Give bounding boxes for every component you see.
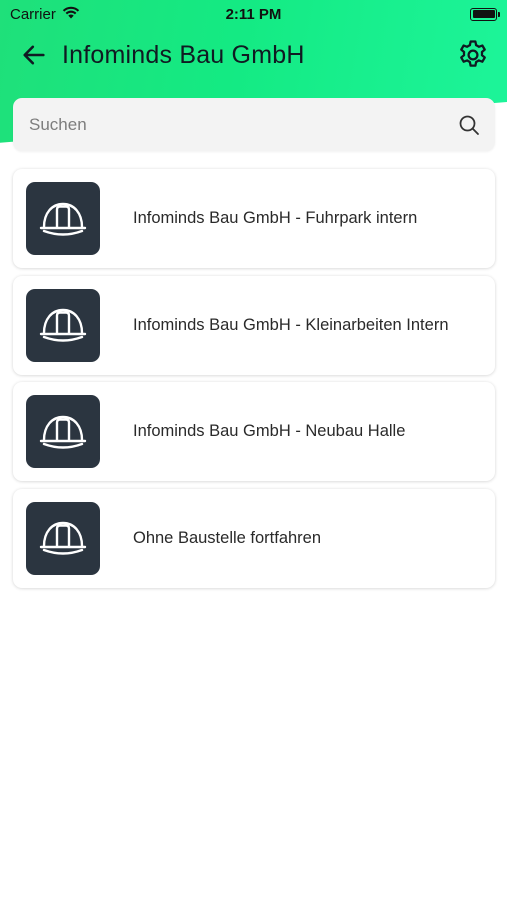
hard-hat-icon bbox=[26, 288, 100, 362]
wifi-icon bbox=[62, 6, 80, 23]
hard-hat-icon bbox=[26, 395, 100, 468]
carrier-label: Carrier bbox=[10, 5, 56, 23]
list-item-label: Infominds Bau GmbH - Neubau Halle bbox=[133, 422, 406, 440]
search-icon[interactable] bbox=[455, 111, 483, 139]
hard-hat-icon bbox=[26, 182, 100, 255]
list-item-label: Infominds Bau GmbH - Kleinarbeiten Inter… bbox=[133, 315, 449, 334]
status-bar: Carrier 2:11 PM bbox=[0, 0, 507, 28]
list-item[interactable]: Infominds Bau GmbH - Fuhrpark intern bbox=[13, 169, 495, 268]
list-item[interactable]: Infominds Bau GmbH - Kleinarbeiten Inter… bbox=[13, 275, 495, 375]
construction-site-list: Infominds Bau GmbH - Fuhrpark intern Inf… bbox=[13, 169, 495, 595]
battery-icon bbox=[470, 7, 500, 21]
list-item[interactable]: Infominds Bau GmbH - Neubau Halle bbox=[13, 382, 495, 481]
search-bar bbox=[13, 98, 495, 151]
settings-button[interactable] bbox=[451, 33, 495, 77]
list-item[interactable]: Ohne Baustelle fortfahren bbox=[13, 488, 495, 588]
page-title: Infominds Bau GmbH bbox=[62, 40, 305, 69]
back-button[interactable] bbox=[12, 33, 56, 77]
gear-icon bbox=[460, 40, 486, 67]
status-left: Carrier bbox=[10, 6, 80, 23]
hard-hat-icon bbox=[26, 501, 100, 575]
app-bar: Infominds Bau GmbH bbox=[0, 30, 507, 80]
list-item-label: Ohne Baustelle fortfahren bbox=[133, 528, 322, 547]
list-item-label: Infominds Bau GmbH - Fuhrpark intern bbox=[133, 209, 418, 227]
arrow-left-icon bbox=[23, 45, 45, 65]
search-input[interactable] bbox=[29, 114, 455, 135]
